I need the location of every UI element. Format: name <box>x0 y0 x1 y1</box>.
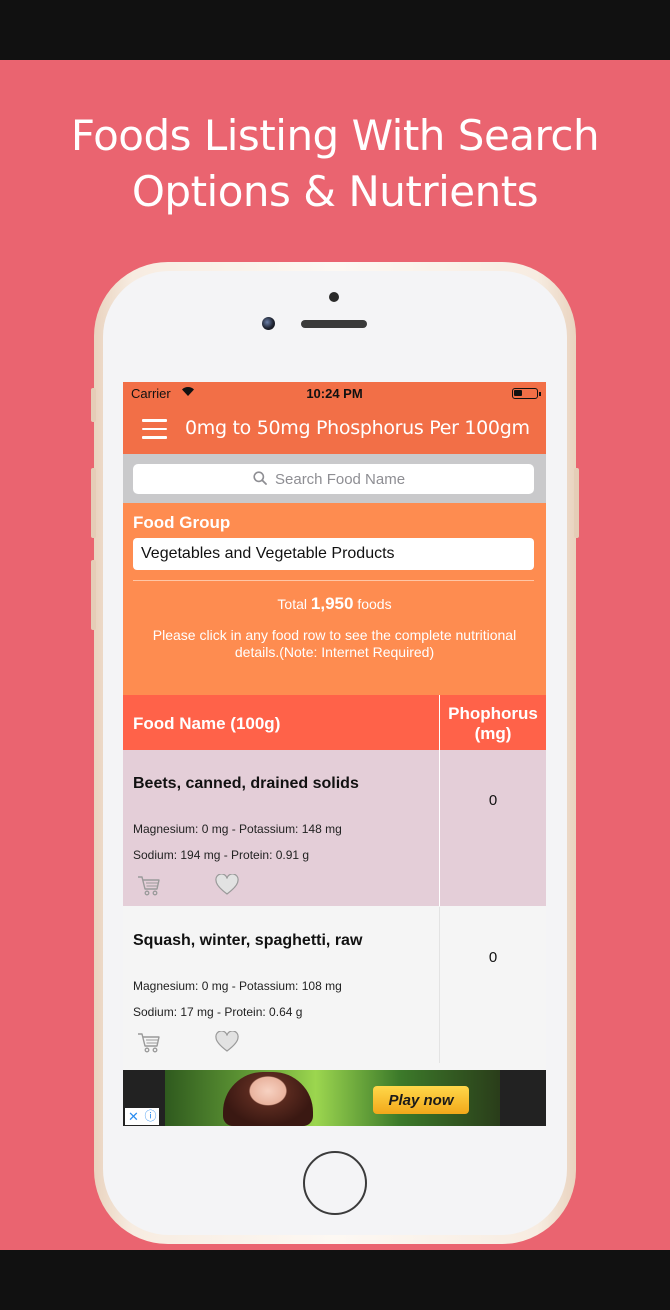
food-name: Squash, winter, spaghetti, raw <box>133 932 363 949</box>
cart-icon[interactable] <box>137 1031 161 1053</box>
food-name: Beets, canned, drained solids <box>133 775 359 792</box>
phosphorus-value: 0 <box>488 949 498 966</box>
nutrient-line-2: Sodium: 194 mg - Protein: 0.91 g <box>133 848 310 862</box>
headline-line-2: Options & Nutrients <box>131 167 539 216</box>
table-row[interactable]: Squash, winter, spaghetti, raw Magnesium… <box>123 907 546 1063</box>
search-bar <box>123 454 546 503</box>
page-title: 0mg to 50mg Phosphorus Per 100gm <box>185 417 530 439</box>
divider <box>133 580 534 581</box>
phosphorus-value: 0 <box>488 792 498 809</box>
food-group-label: Food Group <box>133 513 231 532</box>
nutrient-line-2: Sodium: 17 mg - Protein: 0.64 g <box>133 1005 303 1019</box>
heart-icon[interactable] <box>215 874 239 896</box>
table-row[interactable]: Beets, canned, drained solids Magnesium:… <box>123 750 546 906</box>
column-divider <box>439 907 440 1063</box>
column-header-phosphorus: Phophorus (mg) <box>448 704 538 743</box>
ad-close-icon[interactable]: ✕ <box>125 1108 142 1125</box>
info-note: Please click in any food row to see the … <box>152 627 517 660</box>
column-divider <box>439 750 440 906</box>
total-prefix: Total <box>277 596 307 612</box>
total-suffix: foods <box>357 596 392 612</box>
power-button <box>574 468 579 538</box>
table-header: Food Name (100g) Phophorus (mg) <box>123 695 546 750</box>
app-screen: Carrier 10:24 PM 0mg to 50mg Phosphorus … <box>123 382 546 1126</box>
filter-panel: Food Group Vegetables and Vegetable Prod… <box>123 503 546 695</box>
ad-play-button[interactable]: Play now <box>373 1086 469 1114</box>
nutrient-line-1: Magnesium: 0 mg - Potassium: 148 mg <box>133 822 342 836</box>
promo-headline: Foods Listing With Search Options & Nutr… <box>0 108 670 220</box>
status-time: 10:24 PM <box>306 386 363 401</box>
status-bar: Carrier 10:24 PM <box>123 382 546 404</box>
nutrient-line-1: Magnesium: 0 mg - Potassium: 108 mg <box>133 979 342 993</box>
earpiece-speaker <box>301 320 367 328</box>
heart-icon[interactable] <box>215 1031 239 1053</box>
home-button[interactable] <box>303 1151 367 1215</box>
navigation-bar: 0mg to 50mg Phosphorus Per 100gm <box>123 404 546 454</box>
front-camera <box>262 317 275 330</box>
proximity-sensor <box>329 292 339 302</box>
mute-switch <box>91 560 96 630</box>
battery-icon <box>512 388 541 399</box>
ad-banner[interactable]: Play now ✕ ⓘ <box>123 1070 546 1126</box>
promo-stage: Foods Listing With Search Options & Nutr… <box>0 0 670 1310</box>
food-group-select[interactable]: Vegetables and Vegetable Products <box>133 538 534 570</box>
search-box[interactable] <box>133 464 534 494</box>
volume-down-button <box>91 468 96 538</box>
total-foods: Total 1,950 foods <box>123 594 546 614</box>
column-header-food-name: Food Name (100g) <box>133 714 281 733</box>
cart-icon[interactable] <box>137 874 161 896</box>
search-input[interactable] <box>275 469 515 489</box>
volume-up-button <box>91 388 96 422</box>
total-count: 1,950 <box>310 594 354 613</box>
headline-line-1: Foods Listing With Search <box>70 111 600 160</box>
search-icon <box>253 471 267 485</box>
hamburger-menu-icon[interactable] <box>142 419 167 439</box>
ad-info-icon[interactable]: ⓘ <box>142 1108 159 1125</box>
